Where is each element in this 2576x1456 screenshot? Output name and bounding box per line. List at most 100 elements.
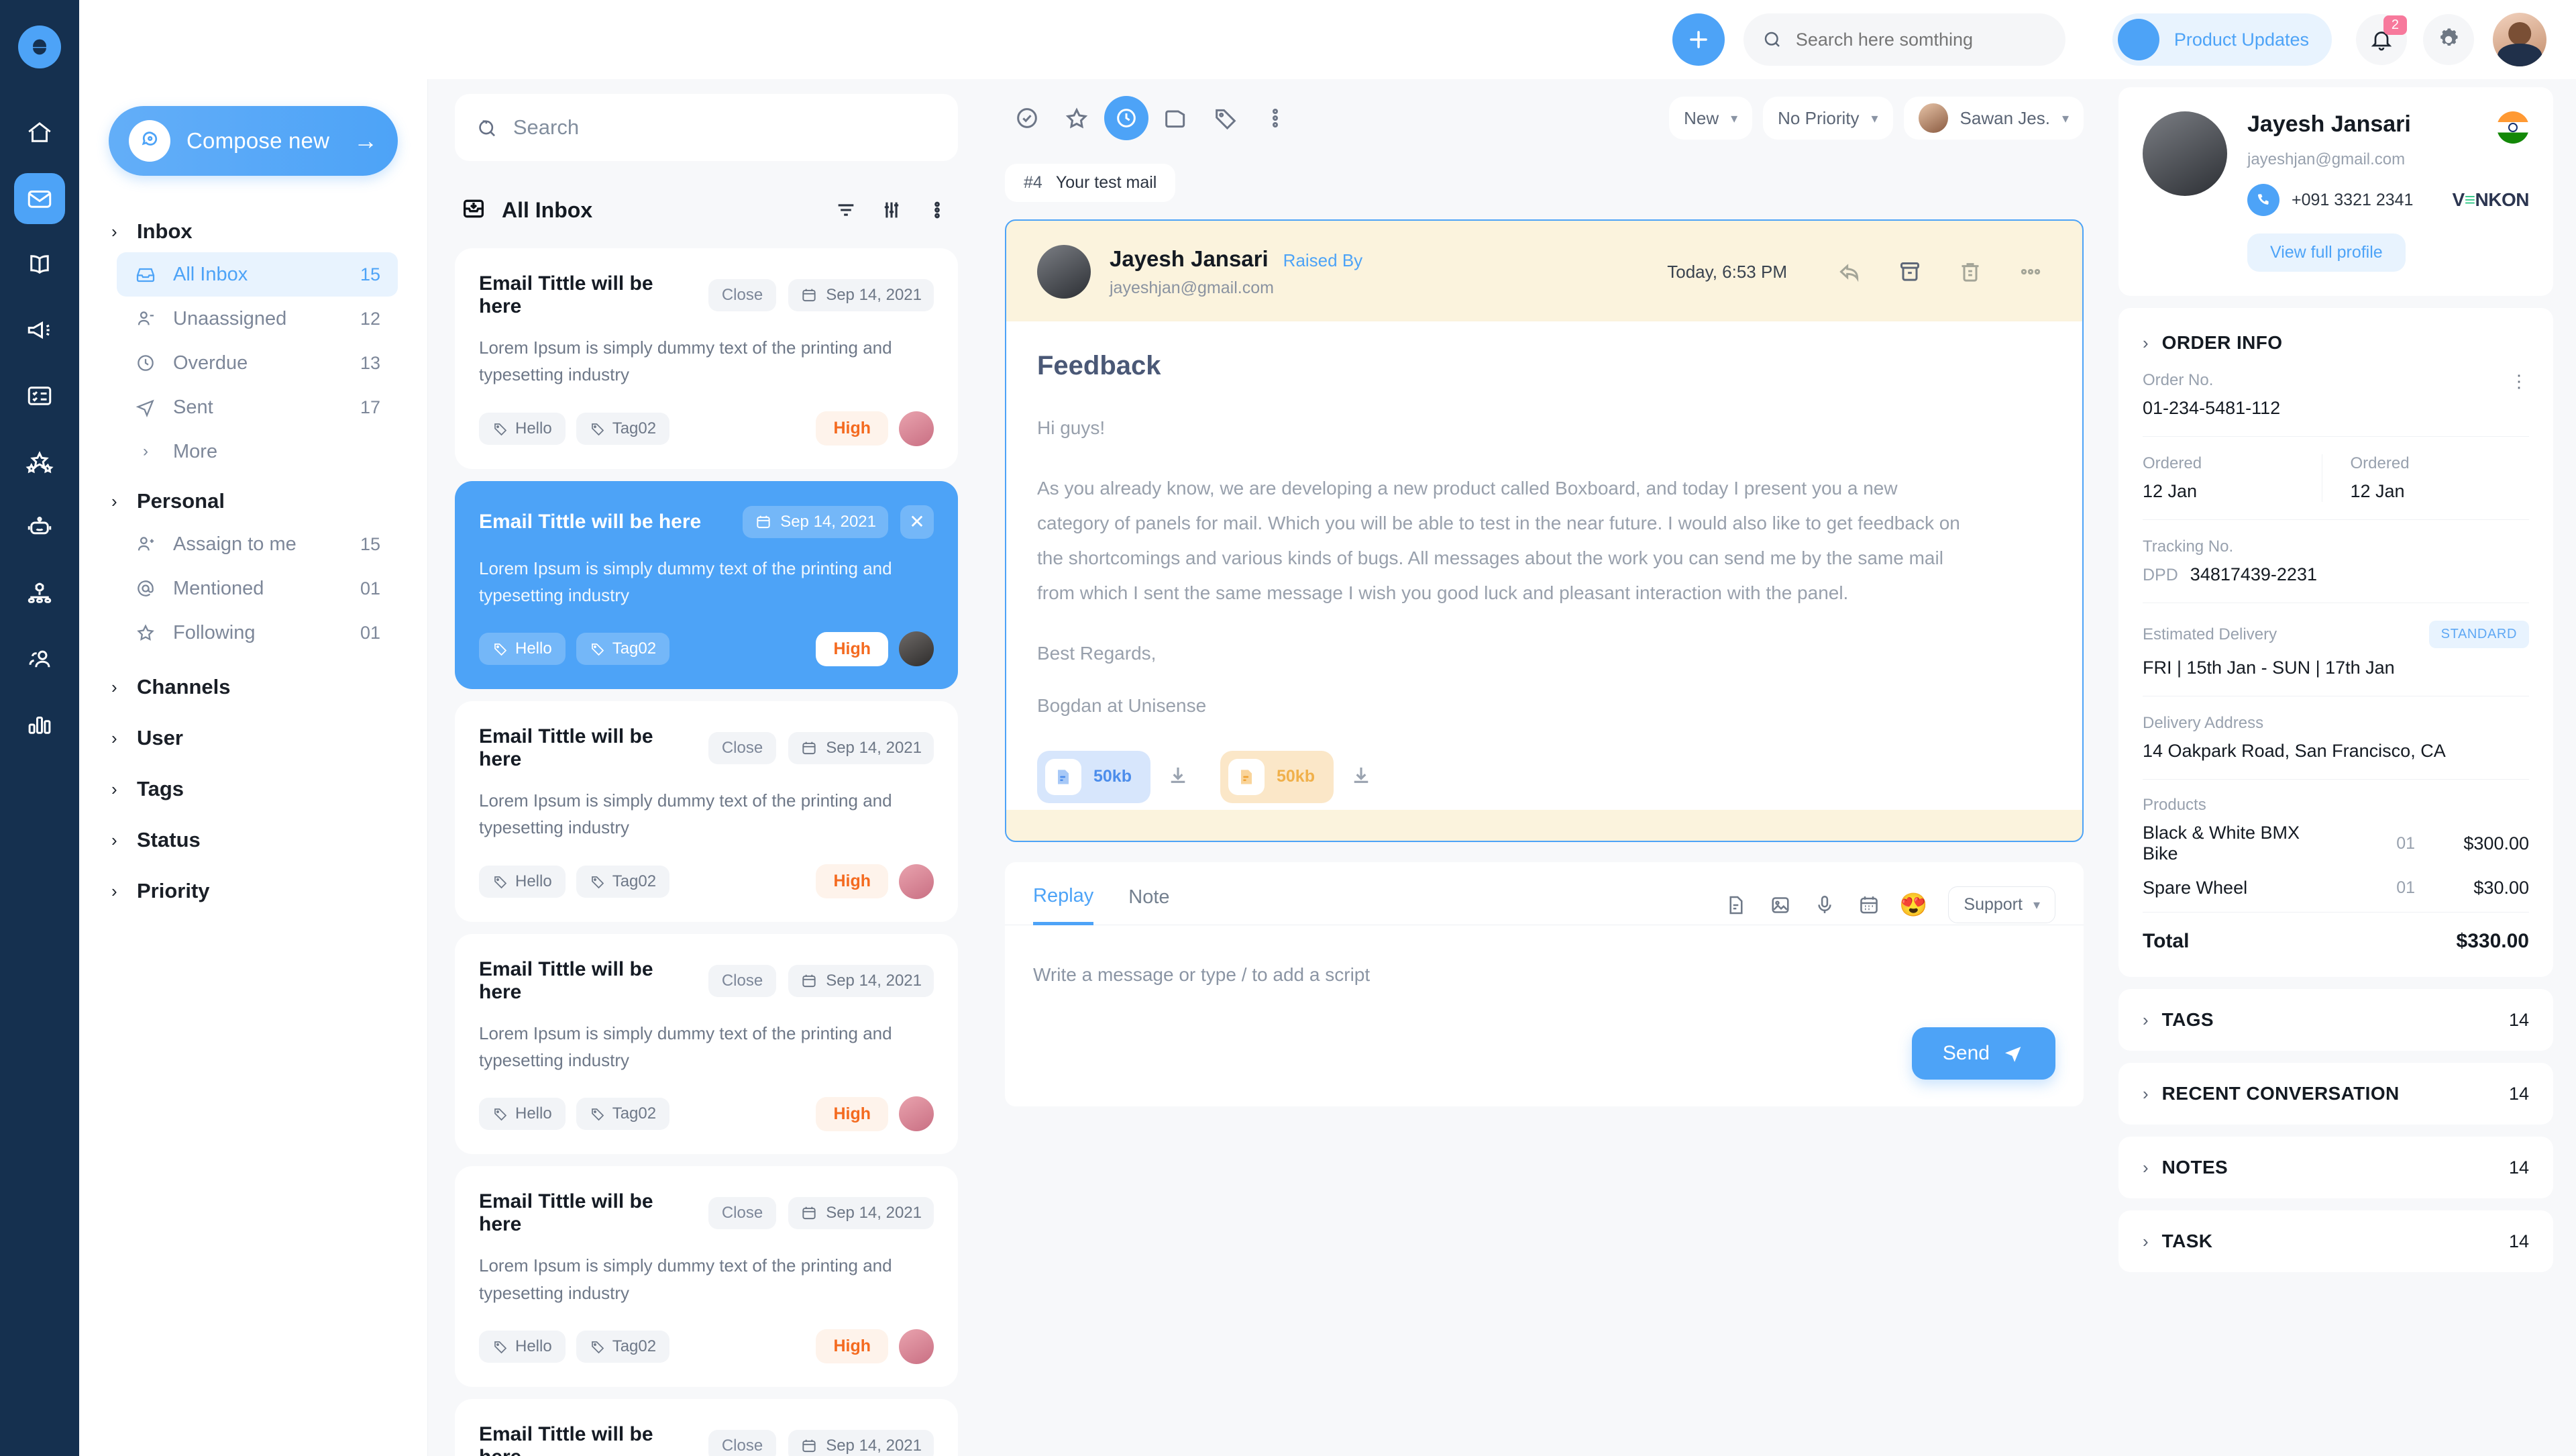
nav-group-header-status[interactable]: › Status	[109, 815, 398, 866]
global-search[interactable]	[1743, 13, 2065, 66]
mail-item-tag[interactable]: Tag02	[576, 1330, 670, 1363]
mail-item-tag[interactable]: Hello	[479, 633, 566, 666]
user-avatar[interactable]	[2493, 13, 2546, 66]
mail-list-item[interactable]: Email Tittle will be here Close Sep 14, …	[455, 1166, 958, 1387]
star-icon[interactable]	[1055, 96, 1099, 140]
sidebar-item-overdue[interactable]: Overdue 13	[117, 341, 398, 385]
more-vertical-icon[interactable]: ⋮	[2510, 371, 2529, 392]
mail-item-tag[interactable]: Hello	[479, 412, 566, 445]
nav-group-header-user[interactable]: › User	[109, 713, 398, 764]
mail-list-item[interactable]: Email Tittle will be here Close Sep 14, …	[455, 1398, 958, 1456]
mail-list-item[interactable]: Email Tittle will be here Sep 14, 2021 ✕…	[455, 480, 958, 690]
send-button[interactable]: Send	[1911, 1027, 2055, 1080]
rail-item-contacts[interactable]	[14, 633, 65, 684]
check-circle-icon[interactable]	[1005, 96, 1049, 140]
order-info-header[interactable]: › ORDER INFO	[2143, 332, 2529, 354]
section-task[interactable]: › TASK 14	[2118, 1210, 2553, 1272]
image-icon[interactable]	[1763, 888, 1798, 923]
nav-group-header-personal[interactable]: › Personal	[109, 480, 398, 522]
attachment[interactable]: 50kb	[1220, 750, 1374, 803]
download-icon[interactable]	[1348, 762, 1374, 791]
mail-search-input[interactable]	[513, 115, 938, 140]
filter-icon[interactable]	[830, 195, 861, 225]
nav-group-header-channels[interactable]: › Channels	[109, 662, 398, 713]
status-select[interactable]: New ▾	[1669, 97, 1753, 140]
mail-item-close-chip[interactable]: Close	[708, 1429, 777, 1456]
mail-item-tag[interactable]: Tag02	[576, 865, 670, 898]
close-icon[interactable]: ✕	[900, 505, 934, 539]
app-logo[interactable]	[18, 25, 61, 68]
rail-item-automation[interactable]	[14, 568, 65, 619]
mail-list-item[interactable]: Email Tittle will be here Close Sep 14, …	[455, 248, 958, 469]
rail-item-campaigns[interactable]	[14, 305, 65, 356]
more-horizontal-icon[interactable]	[2010, 251, 2051, 293]
archive-icon[interactable]	[1889, 251, 1931, 293]
mail-item-tag[interactable]: Hello	[479, 1330, 566, 1363]
mail-item-tag[interactable]: Hello	[479, 865, 566, 898]
nav-group-header-inbox[interactable]: › Inbox	[109, 211, 398, 252]
nav-group-header-priority[interactable]: › Priority	[109, 866, 398, 917]
rail-item-knowledge-base[interactable]	[14, 239, 65, 290]
sender-email: jayeshjan@gmail.com	[1110, 278, 1274, 297]
priority-select[interactable]: No Priority ▾	[1763, 97, 1893, 140]
sidebar-item-mentioned[interactable]: Mentioned 01	[117, 566, 398, 611]
rail-item-reviews[interactable]	[14, 436, 65, 487]
reply-editor[interactable]: Write a message or type / to add a scrip…	[1005, 925, 2084, 986]
mail-list-item[interactable]: Email Tittle will be here Close Sep 14, …	[455, 701, 958, 922]
trash-icon[interactable]	[1949, 251, 1991, 293]
emoji-icon[interactable]: 😍	[1896, 888, 1931, 923]
view-full-profile-button[interactable]: View full profile	[2247, 233, 2406, 272]
clock-icon	[134, 352, 157, 374]
sliders-icon[interactable]	[876, 195, 907, 225]
section-tags[interactable]: › TAGS 14	[2118, 989, 2553, 1051]
sidebar-item-assign-to-me[interactable]: Assaign to me 15	[117, 522, 398, 566]
support-select[interactable]: Support ▾	[1948, 886, 2055, 924]
sidebar-item-following[interactable]: Following 01	[117, 611, 398, 655]
folder-icon[interactable]	[1154, 96, 1198, 140]
mail-item-close-chip[interactable]: Close	[708, 1197, 777, 1230]
rail-item-mail[interactable]	[14, 173, 65, 224]
mail-item-tag[interactable]: Tag02	[576, 412, 670, 445]
mail-item-close-chip[interactable]: Close	[708, 732, 777, 765]
order-no-row: Order No. 01-234-5481-112 ⋮	[2143, 354, 2529, 437]
assignee-select[interactable]: Sawan Jes. ▾	[1903, 97, 2084, 140]
global-search-input[interactable]	[1795, 29, 2047, 50]
file-icon[interactable]	[1719, 888, 1754, 923]
settings-button[interactable]	[2423, 14, 2474, 65]
rail-item-tasks[interactable]	[14, 370, 65, 421]
mail-item-close-chip[interactable]: Close	[708, 279, 777, 311]
mail-item-tag[interactable]: Hello	[479, 1098, 566, 1131]
reply-icon[interactable]	[1829, 251, 1870, 293]
ticket-chip[interactable]: #4 Your test mail	[1005, 164, 1176, 202]
mic-icon[interactable]	[1807, 888, 1842, 923]
mail-list-item[interactable]: Email Tittle will be here Close Sep 14, …	[455, 933, 958, 1155]
more-vertical-icon[interactable]	[922, 195, 953, 225]
mail-item-close-chip[interactable]: Close	[708, 964, 777, 997]
calendar-icon[interactable]	[1851, 888, 1886, 923]
compose-new-button[interactable]: Compose new →	[109, 106, 398, 176]
sidebar-item-all-inbox[interactable]: All Inbox 15	[117, 252, 398, 297]
tab-note[interactable]: Note	[1128, 886, 1169, 923]
sidebar-item-unassigned[interactable]: Unaassigned 12	[117, 297, 398, 341]
mail-item-tag[interactable]: Tag02	[576, 633, 670, 666]
tag-icon[interactable]	[1203, 96, 1248, 140]
rail-item-home[interactable]	[14, 107, 65, 158]
more-vertical-icon[interactable]	[1253, 96, 1297, 140]
rail-item-bot[interactable]	[14, 502, 65, 553]
section-notes[interactable]: › NOTES 14	[2118, 1137, 2553, 1198]
add-button[interactable]	[1672, 13, 1725, 66]
sidebar-item-more[interactable]: › More	[117, 429, 398, 474]
attachment[interactable]: 50kb	[1037, 750, 1191, 803]
rail-item-reports[interactable]	[14, 699, 65, 750]
section-recent-conversation[interactable]: › RECENT CONVERSATION 14	[2118, 1063, 2553, 1125]
download-icon[interactable]	[1165, 762, 1191, 791]
nav-group-header-tags[interactable]: › Tags	[109, 764, 398, 815]
mail-item-tag[interactable]: Tag02	[576, 1098, 670, 1131]
clock-icon[interactable]	[1104, 96, 1148, 140]
phone-icon[interactable]	[2247, 184, 2279, 216]
notification-button[interactable]: 2	[2356, 14, 2407, 65]
product-updates-button[interactable]: Product Updates	[2112, 13, 2332, 66]
mail-search[interactable]	[455, 94, 958, 161]
tab-replay[interactable]: Replay	[1033, 885, 1094, 925]
sidebar-item-sent[interactable]: Sent 17	[117, 385, 398, 429]
